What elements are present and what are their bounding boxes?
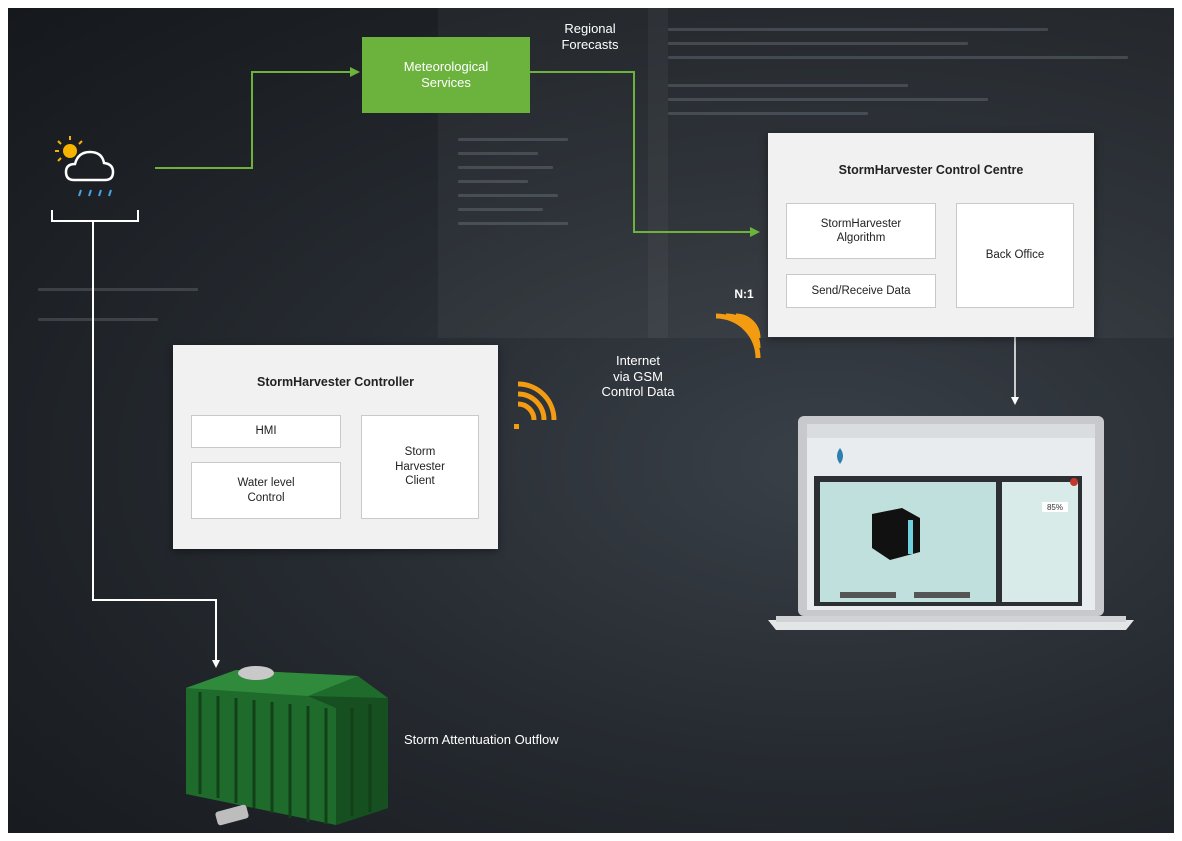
diagram-canvas: 85% Meteorological Services Regional Fore… (8, 8, 1174, 833)
meteorological-services-box: Meteorological Services (362, 37, 530, 113)
control-centre-title: StormHarvester Control Centre (838, 163, 1024, 177)
client-line2: Harvester (395, 460, 445, 473)
weather-bracket (51, 210, 139, 222)
water-level-control-box: Water level Control (191, 462, 341, 519)
internet-line2: via GSM (613, 368, 663, 384)
outflow-label: Storm Attentuation Outflow (404, 732, 559, 747)
algorithm-line2: Algorithm (836, 232, 886, 244)
internet-line3: Control Data (601, 384, 675, 400)
regional-forecasts-label: Regional Forecasts (550, 21, 630, 52)
ratio-label: N:1 (734, 287, 754, 301)
laptop-icon: 85% (768, 416, 1134, 630)
arrowhead-control-centre (750, 227, 760, 237)
water-level-line1: Water level (237, 477, 295, 490)
regional-forecasts-line1: Regional (564, 21, 616, 36)
storm-harvester-client-box: Storm Harvester Client (361, 415, 479, 519)
met-label-line1: Meteorological (403, 58, 489, 74)
internet-label: Internet via GSM Control Data (588, 353, 688, 400)
controller-box: StormHarvester Controller HMI Water leve… (173, 345, 498, 549)
arrowhead-met (350, 67, 360, 77)
algorithm-line1: StormHarvester (820, 217, 902, 230)
internet-line1: Internet (615, 353, 661, 368)
storage-tank-icon (186, 666, 388, 826)
back-office-label: Back Office (985, 249, 1045, 262)
send-receive-box: Send/Receive Data (786, 274, 936, 308)
hmi-box: HMI (191, 415, 341, 448)
client-line1: Storm (404, 446, 436, 459)
water-level-line2: Control (247, 491, 285, 504)
laptop-percent-readout: 85% (1047, 503, 1063, 512)
algorithm-box: StormHarvester Algorithm (786, 203, 936, 259)
regional-forecasts-line2: Forecasts (561, 36, 619, 52)
client-line3: Client (405, 475, 435, 488)
wifi-signal-control-centre-icon (715, 313, 761, 359)
connector-met-to-control-centre (530, 71, 750, 233)
control-centre-box: StormHarvester Control Centre StormHarve… (768, 133, 1094, 337)
arrowhead-laptop (1011, 397, 1019, 405)
met-label-line2: Services (421, 75, 471, 90)
controller-title: StormHarvester Controller (257, 375, 414, 389)
hmi-label: HMI (255, 425, 277, 438)
back-office-box: Back Office (956, 203, 1074, 308)
connector-weather-to-met (155, 71, 350, 169)
send-receive-label: Send/Receive Data (811, 284, 911, 297)
cloud-sun-rain-icon (55, 136, 115, 197)
arrowhead-tank (212, 660, 220, 668)
wifi-signal-controller-icon (517, 381, 557, 421)
